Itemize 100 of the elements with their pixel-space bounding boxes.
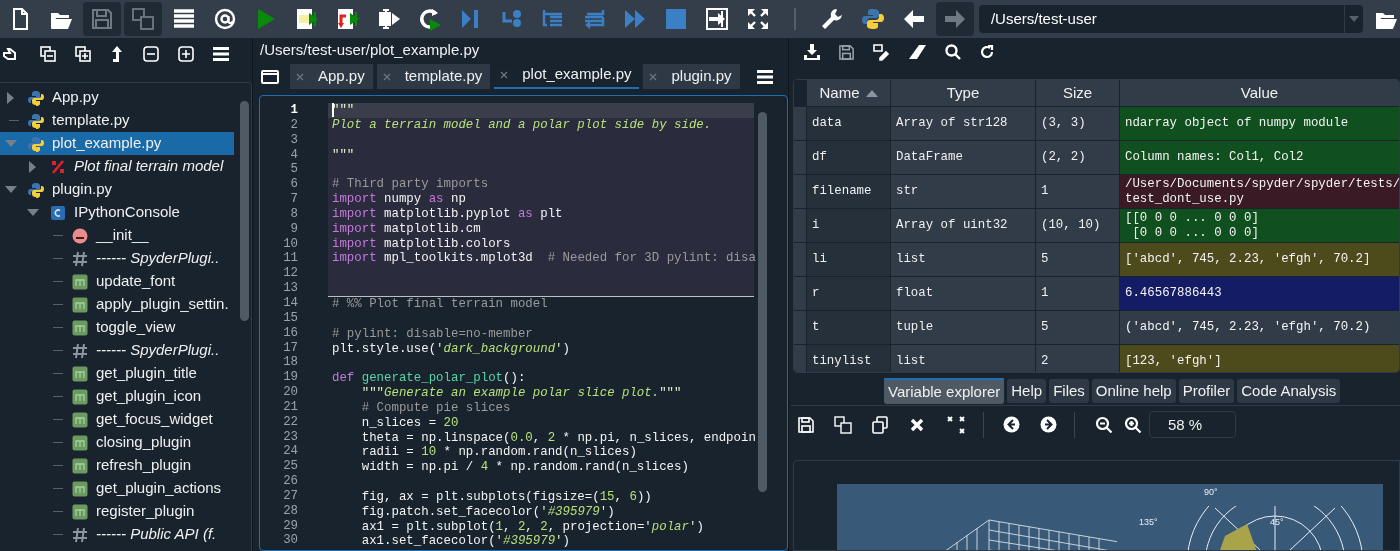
save-all-icon[interactable] [834,415,852,434]
outline-item[interactable]: toggle_view [0,316,234,339]
plus-square-icon[interactable] [177,45,195,63]
menu-icon[interactable] [756,69,774,85]
line-number: 4 [290,147,298,163]
right-arrow-circle-icon[interactable] [1040,416,1057,433]
outline-item[interactable]: closing_plugin [0,431,234,454]
editor-tab[interactable]: plugin.py [643,64,740,89]
pane-tab[interactable]: Profiler [1178,379,1235,403]
outline-item[interactable]: get_plugin_actions [0,477,234,500]
zoom-in-icon[interactable] [1124,415,1142,434]
forward-arrow-icon [942,7,967,31]
menu-icon[interactable] [212,46,230,62]
pane-tab[interactable]: Help [1007,379,1047,403]
copy-icon[interactable] [871,415,889,434]
table-cell: i [807,209,890,242]
table-cell: t [807,311,890,344]
expand-caret-icon[interactable] [5,185,17,194]
angle-label: 90° [1204,486,1218,499]
outline-item[interactable]: get_plugin_icon [0,385,234,408]
code-line: fig, ax = plt.subplots(figsize=(15, 6)) [360,489,652,505]
maximize-pane-icon [705,7,729,31]
column-header[interactable]: Type [891,80,1035,106]
outline-item[interactable]: apply_plugin_settin. [0,293,234,316]
outline-item[interactable]: ------ SpyderPlugi.. [0,247,234,270]
save-all-icon [131,7,155,31]
code-line: plt.style.use('dark_background') [332,341,570,357]
code-line: # %% Plot final terrain model [332,296,548,312]
code-line: """ [332,147,355,163]
table-cell: DataFrame [891,141,1035,174]
outline-item[interactable]: plot_example.py [0,132,234,155]
outline-item[interactable]: register_plugin [0,500,234,523]
outline-item[interactable]: ------ SpyderPlugi.. [0,339,234,362]
line-number: 10 [283,236,298,252]
python-logo-icon [28,112,44,129]
code-line: radii = 10 * np.random.rand(n_slices) [360,445,637,461]
table-cell: filename [807,175,890,208]
column-header[interactable]: Size [1036,80,1119,106]
line-number: 12 [283,266,298,282]
method-icon [72,457,88,474]
save-icon[interactable] [838,43,855,61]
editor-tab[interactable]: template.py [376,64,491,89]
close-all-icon[interactable] [947,415,965,434]
upload-arrow-icon[interactable] [109,45,125,63]
code-line: def generate_polar_plot(): [332,371,526,387]
code-line: Plot a terrain model and a polar plot side by side. [332,117,712,133]
table-cell: 1 [1036,175,1119,208]
outline-item[interactable]: plugin.py [0,178,234,201]
dropdown-caret-icon[interactable] [1349,16,1359,22]
table-cell: data [807,107,890,140]
browse-tabs-icon[interactable] [261,69,279,85]
outline-item[interactable]: ------ Public API (f. [0,523,234,546]
editor-tab[interactable]: App.py [290,64,373,89]
refresh-icon[interactable] [979,44,995,60]
code-line: """ [332,103,355,118]
line-number: 19 [283,370,298,386]
line-number: 21 [283,399,298,415]
line-number: 20 [283,385,298,400]
minus-square-icon[interactable] [142,45,160,63]
expand-caret-icon[interactable] [27,208,39,217]
pane-tab[interactable]: Variable explorer [884,378,1005,404]
zoom-field[interactable]: 58 % [1149,411,1236,438]
collapse-caret-icon[interactable] [7,91,15,104]
code-editor[interactable] [259,95,788,551]
at-sign-icon [213,7,237,31]
table-cell: Array of uint32 [891,209,1035,242]
outline-item[interactable]: get_focus_widget [0,408,234,431]
line-number: 14 [283,295,298,311]
outline-item[interactable]: IPythonConsole [0,201,234,224]
pane-tab[interactable]: Files [1049,379,1089,403]
collapse-caret-icon[interactable] [29,160,37,173]
file-path: /Users/test-user/plot_example.py [259,40,481,60]
search-icon[interactable] [944,43,962,61]
column-header[interactable]: Name [807,80,890,106]
line-number: 30 [283,533,298,549]
outline-item[interactable]: App.py [0,86,234,109]
outline-item[interactable]: Plot final terrain model [0,155,234,178]
outline-item[interactable]: refresh_plugin [0,454,234,477]
eraser-icon[interactable] [907,44,927,60]
rerun-icon [418,7,442,31]
python-logo-icon [28,181,44,198]
stacked-squares-icon[interactable] [39,45,57,63]
outline-item[interactable]: template.py [0,109,234,132]
column-header[interactable]: Value [1120,80,1399,106]
outline-item[interactable]: get_plugin_title [0,362,234,385]
edit-document-icon[interactable] [872,43,890,61]
hash-icon [72,250,88,267]
path-combo-box[interactable]: /Users/test-user [978,5,1363,33]
outline-item[interactable]: __init__ [0,224,234,247]
table-cell: r [807,277,890,310]
pane-tab[interactable]: Code Analysis [1237,379,1341,403]
python-logo-icon [28,135,44,152]
outline-item[interactable]: update_font [0,270,234,293]
left-arrow-circle-icon[interactable] [1003,416,1020,433]
stacked-squares-plus-icon[interactable] [74,45,92,63]
table-cell: 2 [1036,345,1119,372]
pane-tab[interactable]: Online help [1091,379,1176,403]
code-line: fig.patch.set_facecolor('#395979') [360,504,615,520]
zoom-out-icon[interactable] [1095,415,1113,434]
download-icon[interactable] [803,43,821,61]
